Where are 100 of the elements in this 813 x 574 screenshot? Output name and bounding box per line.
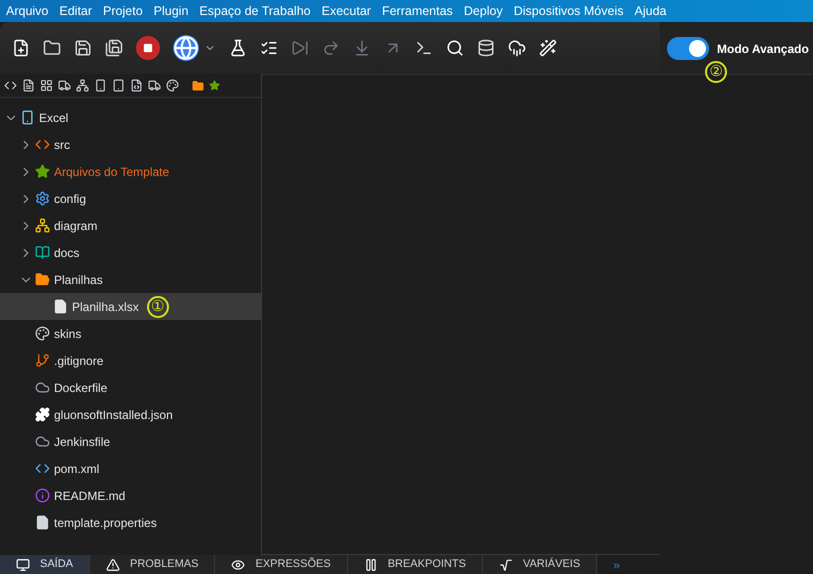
step-over-icon[interactable]: [322, 39, 340, 57]
tree-label: Jenkinsfile: [54, 434, 110, 450]
tree-label: skins: [54, 326, 82, 342]
tree-item[interactable]: Jenkinsfile: [0, 428, 261, 455]
truck-icon[interactable]: [148, 79, 161, 92]
step-icon[interactable]: [291, 39, 309, 57]
tree-label: src: [54, 136, 70, 154]
save-all-icon[interactable]: [105, 39, 123, 57]
tree-label: Arquivos do Template: [54, 164, 170, 180]
tree-label: docs: [54, 244, 80, 262]
star-icon: [35, 164, 50, 179]
step-into-icon[interactable]: [353, 39, 371, 57]
new-file-icon[interactable]: [12, 39, 30, 57]
panel-tab[interactable]: VARIÁVEIS: [482, 555, 598, 574]
toggle-switch[interactable]: [667, 37, 709, 60]
tree-item[interactable]: Dockerfile: [0, 374, 261, 401]
tree-item[interactable]: gluonsoftInstalled.json: [0, 401, 261, 428]
palette-icon[interactable]: [166, 79, 179, 92]
tree-label: Planilha.xlsx: [72, 298, 139, 316]
menu-item[interactable]: Ferramentas: [382, 2, 453, 20]
tree-label: .gitignore: [54, 352, 104, 370]
phone-icon: [20, 110, 35, 125]
checklist-icon[interactable]: [260, 39, 278, 57]
truck-icon[interactable]: [58, 79, 71, 92]
warning-icon: [106, 558, 120, 572]
tree-item[interactable]: Arquivos do Template: [0, 158, 261, 185]
menu-item[interactable]: Arquivo: [6, 2, 48, 20]
tree-item[interactable]: template.properties: [0, 509, 261, 536]
pause-icon: [364, 558, 378, 572]
monitor-icon: [16, 558, 30, 572]
callout-number: ①: [146, 296, 169, 318]
stop-icon[interactable]: [136, 36, 160, 60]
palette-icon: [35, 326, 50, 341]
menu-item[interactable]: Ajuda: [634, 2, 666, 20]
menu-item[interactable]: Dispositivos Móveis: [514, 2, 624, 20]
eye-icon: [231, 558, 246, 572]
folder-icon[interactable]: [192, 80, 204, 92]
globe-icon[interactable]: [173, 35, 199, 61]
cloud-icon[interactable]: [508, 39, 526, 57]
save-icon[interactable]: [74, 39, 92, 57]
folder-icon[interactable]: [43, 39, 61, 57]
tree-label: diagram: [54, 218, 98, 234]
menu-item[interactable]: Projeto: [103, 2, 143, 20]
cloud-icon: [35, 434, 50, 449]
tree-item[interactable]: .gitignore: [0, 347, 261, 374]
database-icon[interactable]: [477, 39, 495, 57]
cloud-icon: [35, 380, 50, 395]
more-tabs-button[interactable]: »: [613, 556, 620, 574]
code-icon: [35, 461, 50, 476]
file-icon: [35, 515, 50, 530]
menu-item[interactable]: Deploy: [464, 2, 503, 20]
tree-item[interactable]: skins: [0, 320, 261, 347]
panel-tab[interactable]: EXPRESSÕES: [215, 555, 348, 574]
git-icon: [35, 353, 50, 368]
tree-label: Dockerfile: [54, 380, 108, 396]
tree-item[interactable]: config: [0, 185, 261, 212]
tree-item[interactable]: Planilha.xlsx ①: [0, 293, 261, 320]
tablet-icon[interactable]: [112, 79, 125, 92]
puzzle-icon: [35, 407, 50, 422]
html-icon[interactable]: [130, 79, 143, 92]
tree-label: gluonsoftInstalled.json: [54, 406, 173, 424]
panel-tab[interactable]: SAÍDA: [0, 555, 90, 574]
panel-tab[interactable]: BREAKPOINTS: [348, 555, 483, 574]
tree-label: Excel: [39, 110, 68, 126]
code-icon: [35, 137, 50, 152]
hierarchy-icon: [35, 218, 50, 233]
tree-label: README.md: [54, 488, 126, 504]
phone-icon[interactable]: [94, 79, 107, 92]
layout-icon[interactable]: [40, 79, 53, 92]
panel-tab[interactable]: PROBLEMAS: [90, 555, 216, 574]
report-icon[interactable]: [22, 79, 35, 92]
tree-label: pom.xml: [54, 460, 100, 478]
tree-item[interactable]: src: [0, 131, 261, 158]
menu-item[interactable]: Executar: [322, 2, 371, 20]
tree-item[interactable]: pom.xml: [0, 455, 261, 482]
tree-label: Planilhas: [54, 272, 103, 288]
hierarchy-icon[interactable]: [76, 79, 89, 92]
toggle-label: Modo Avançado: [717, 40, 809, 58]
tree-label: template.properties: [54, 514, 157, 532]
menu-item[interactable]: Plugin: [154, 2, 188, 20]
tree-item[interactable]: Excel: [0, 104, 261, 131]
gear-icon: [35, 191, 50, 206]
info-icon: [35, 488, 50, 503]
flask-icon[interactable]: [229, 39, 247, 57]
file-icon: [53, 299, 68, 314]
tree-label: config: [54, 190, 86, 208]
star-icon[interactable]: [209, 80, 220, 91]
menu-item[interactable]: Editar: [59, 2, 92, 20]
tree-item[interactable]: diagram: [0, 212, 261, 239]
tree-item[interactable]: Planilhas: [0, 266, 261, 293]
tree-item[interactable]: docs: [0, 239, 261, 266]
square-root-icon: [498, 558, 513, 572]
menu-item[interactable]: Espaço de Trabalho: [199, 2, 311, 20]
tree-item[interactable]: README.md: [0, 482, 261, 509]
terminal-icon[interactable]: [415, 39, 433, 57]
search-icon[interactable]: [446, 39, 464, 57]
magic-wand-icon[interactable]: [539, 39, 557, 57]
folder-icon: [35, 272, 50, 287]
code-icon[interactable]: [4, 79, 17, 92]
book-icon: [35, 245, 50, 260]
